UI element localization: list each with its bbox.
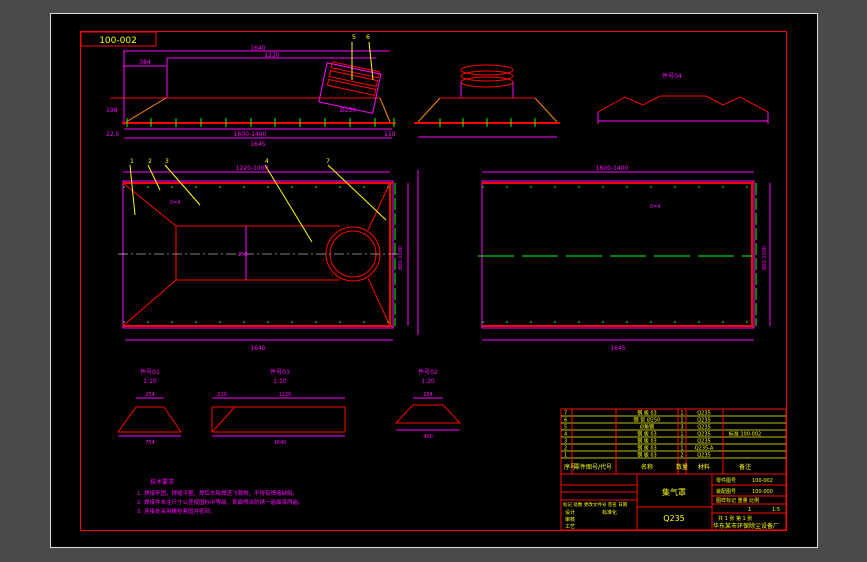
plan-dim-inner: 250 (238, 252, 248, 258)
part-03-bottom: 1640 (274, 440, 287, 446)
bom-cell: 1 (680, 418, 683, 424)
callout-6: 6 (366, 34, 370, 41)
drawing-no-label: 零件图号 (716, 477, 736, 484)
dim-base: 1600-1400 (234, 131, 267, 138)
dim-inner: 1220 (264, 52, 279, 59)
assembly-no: 100-000 (752, 489, 773, 495)
dim-left: 384 (139, 59, 151, 66)
dim-bottom-total: 1645 (250, 141, 265, 148)
cad-drawing-canvas[interactable]: 100-002 5 6 1640 1220 384 198 22.5 1600-… (0, 0, 867, 562)
quantity: 1 (748, 507, 751, 513)
bom-cell: 钢 板 δ3 (637, 452, 656, 459)
plan-callout-2: 2 (148, 158, 152, 165)
part-02-bottom: 400 (423, 434, 433, 440)
part-03-left: 220 (217, 392, 227, 398)
role-designer: 设计 (565, 509, 575, 516)
side-dim-top: 1600-1400 (596, 165, 629, 172)
side-weld: δ=4 (650, 204, 660, 210)
bom-cell: 2 (680, 439, 683, 445)
bom-cell: 1 (564, 453, 567, 459)
plan-callout-1: 1 (130, 158, 134, 165)
role-process: 工艺 (565, 524, 575, 530)
bom-cell: 4 (564, 432, 567, 438)
bom-cell: 1 (680, 446, 683, 452)
bom-cell: 7 (564, 411, 567, 417)
detail-04-label: 件号04 (662, 72, 682, 80)
plan-callout-4: 4 (265, 158, 269, 165)
dim-height: 198 (106, 107, 118, 114)
bom-cell: 标准 100-002 (729, 431, 761, 438)
part-03-title: 件号03 (270, 368, 290, 376)
bom-cell: Q235 (697, 453, 710, 459)
note-1: 1. 焊接牢固，焊缝平整，焊后去除焊渣飞溅物，不得有焊接缺陷。 (137, 489, 298, 497)
bom-cell: Ø角钢 (640, 424, 654, 431)
part-03-top: 1220 (279, 392, 292, 398)
part-02-title: 件号02 (418, 368, 438, 376)
part-01-scale: 1:10 (143, 378, 157, 385)
company-name: 华东某市环保除尘设备厂 (713, 522, 779, 530)
part-name: 集气罩 (662, 487, 686, 497)
bom-cell: 2 (564, 446, 567, 452)
bom-cell: 2 (680, 453, 683, 459)
bom-cell: 3 (564, 439, 567, 445)
bom-header: 备注 (739, 463, 751, 471)
bom-cell: Q235 (697, 425, 710, 431)
bom-cell: 1 (680, 411, 683, 417)
pipe-label: Ø250 (340, 107, 356, 114)
dim-right-off: 110 (384, 131, 396, 138)
note-3: 3. 连接处采用螺栓紧固并密封。 (137, 507, 216, 515)
side-dim-side: 800-1000 (762, 246, 768, 270)
bom-header: 零件图号/代号 (574, 463, 612, 471)
bom-header: 数量 (676, 463, 688, 471)
bom-cell: 钢 板 δ3 (637, 431, 656, 438)
bom-cell: Q235 (697, 439, 710, 445)
part-02-top: 254 (423, 392, 433, 398)
plan-dim-bottom: 1640 (250, 345, 265, 352)
plan-dim-side: 800-1000 (398, 246, 404, 270)
material: Q235 (663, 514, 685, 523)
sheet-info: 共 1 张 第 1 张 (718, 515, 752, 522)
bom-cell: 钢 板 δ3 (637, 410, 656, 417)
callout-5: 5 (352, 34, 356, 41)
part-03-scale: 1:10 (273, 378, 287, 385)
stage-labels: 图样标记 重量 比例 (716, 497, 759, 504)
bom-cell: 5 (564, 425, 567, 431)
role-checker: 审核 (565, 516, 575, 523)
bom-cell: 钢 板 δ3 (637, 438, 656, 445)
bom-cell: 3 (680, 425, 683, 431)
role-standard: 标准化 (602, 509, 617, 516)
plan-weld: δ=4 (170, 200, 180, 206)
side-dim-bottom: 1645 (610, 345, 625, 352)
part-01-bottom: 754 (145, 440, 155, 446)
plan-dim-top: 1220-1000 (236, 165, 269, 172)
bom-cell: 1 (680, 432, 683, 438)
bom-cell: Q235-A (695, 446, 714, 452)
bom-header: 名称 (641, 463, 653, 471)
scale: 1:5 (772, 507, 780, 513)
assembly-label: 装配图号 (716, 488, 736, 495)
part-01-title: 件号01 (140, 368, 160, 376)
revision-row: 标记 处数 更改文件号 签名 日期 (563, 501, 628, 508)
note-2: 2. 焊接件未注尺寸公差按国标中等级，表面喷涂防锈一遍面漆两遍。 (137, 498, 304, 506)
dim-left-off: 22.5 (106, 131, 120, 138)
bom-cell: Q235 (697, 411, 710, 417)
part-01-top: 254 (145, 392, 155, 398)
notes-title: 技术要求 (150, 478, 174, 486)
drawing-code: 100-002 (99, 36, 137, 46)
bom-cell: 6 (564, 418, 567, 424)
plan-callout-3: 3 (165, 158, 169, 165)
bom-cell: 钢 板 δ3 (637, 445, 656, 452)
plan-callout-7: 7 (326, 158, 330, 165)
dim-overall: 1640 (250, 45, 265, 52)
bom-cell: Q235 (697, 418, 710, 424)
part-02-scale: 1:20 (421, 378, 435, 385)
bom-header: 材料 (698, 463, 710, 471)
drawing-no: 100-002 (752, 478, 773, 484)
bom-cell: 钢 管 Ø250 (634, 417, 661, 424)
bom-cell: Q235 (697, 432, 710, 438)
